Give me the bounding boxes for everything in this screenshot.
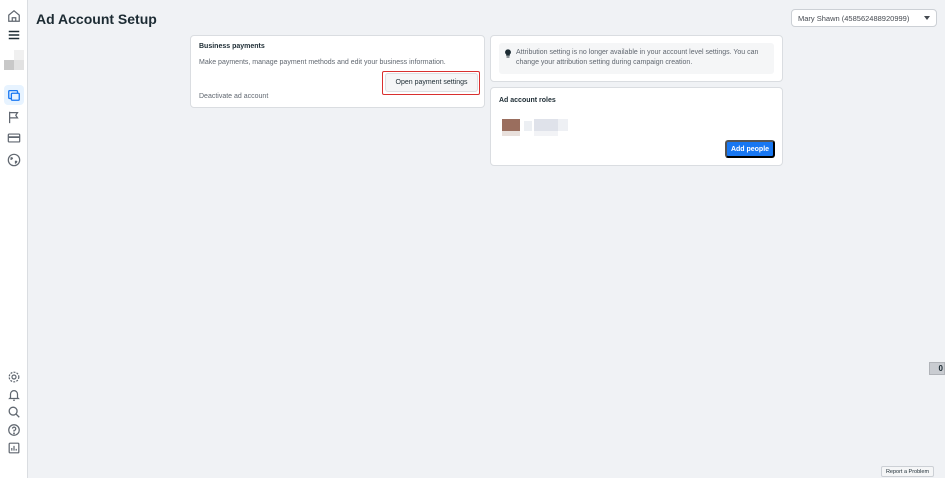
ad-account-selector[interactable]: Mary Shawn (458562488920999) [791,9,937,27]
ad-account-roles-title: Ad account roles [499,97,556,104]
home-icon[interactable] [4,6,24,26]
attribution-notice-text: Attribution setting is no longer availab… [516,49,759,66]
add-people-button[interactable]: Add people [725,140,775,158]
ad-account-selector-value: Mary Shawn (458562488920999) [798,13,910,23]
account-avatar[interactable] [4,50,24,70]
open-payment-settings-button[interactable]: Open payment settings [385,73,478,92]
deactivate-ad-account-link[interactable]: Deactivate ad account [199,93,268,100]
flag-icon[interactable] [4,107,24,127]
side-panel-tab[interactable]: 0 [929,362,945,375]
ad-accounts-icon[interactable] [4,85,24,105]
left-nav-rail [0,0,28,478]
menu-icon[interactable] [4,25,24,45]
search-icon[interactable] [4,402,24,422]
business-payments-description: Make payments, manage payment methods an… [199,59,446,66]
reports-icon[interactable] [4,438,24,458]
settings-icon[interactable] [4,367,24,387]
role-member-name-placeholder [524,121,532,131]
page-title: Ad Account Setup [36,11,157,27]
report-a-problem-button[interactable]: Report a Problem [881,466,934,477]
role-member-thumbnails [502,118,572,138]
globe-icon[interactable] [4,150,24,170]
chevron-down-icon [924,16,930,20]
side-panel-tab-label: 0 [938,364,943,373]
billing-card-icon[interactable] [4,128,24,148]
lightbulb-icon [505,49,511,58]
business-payments-title: Business payments [199,43,265,50]
role-member-name-placeholder [534,119,558,131]
help-icon[interactable] [4,420,24,440]
role-member-avatar [502,119,520,131]
